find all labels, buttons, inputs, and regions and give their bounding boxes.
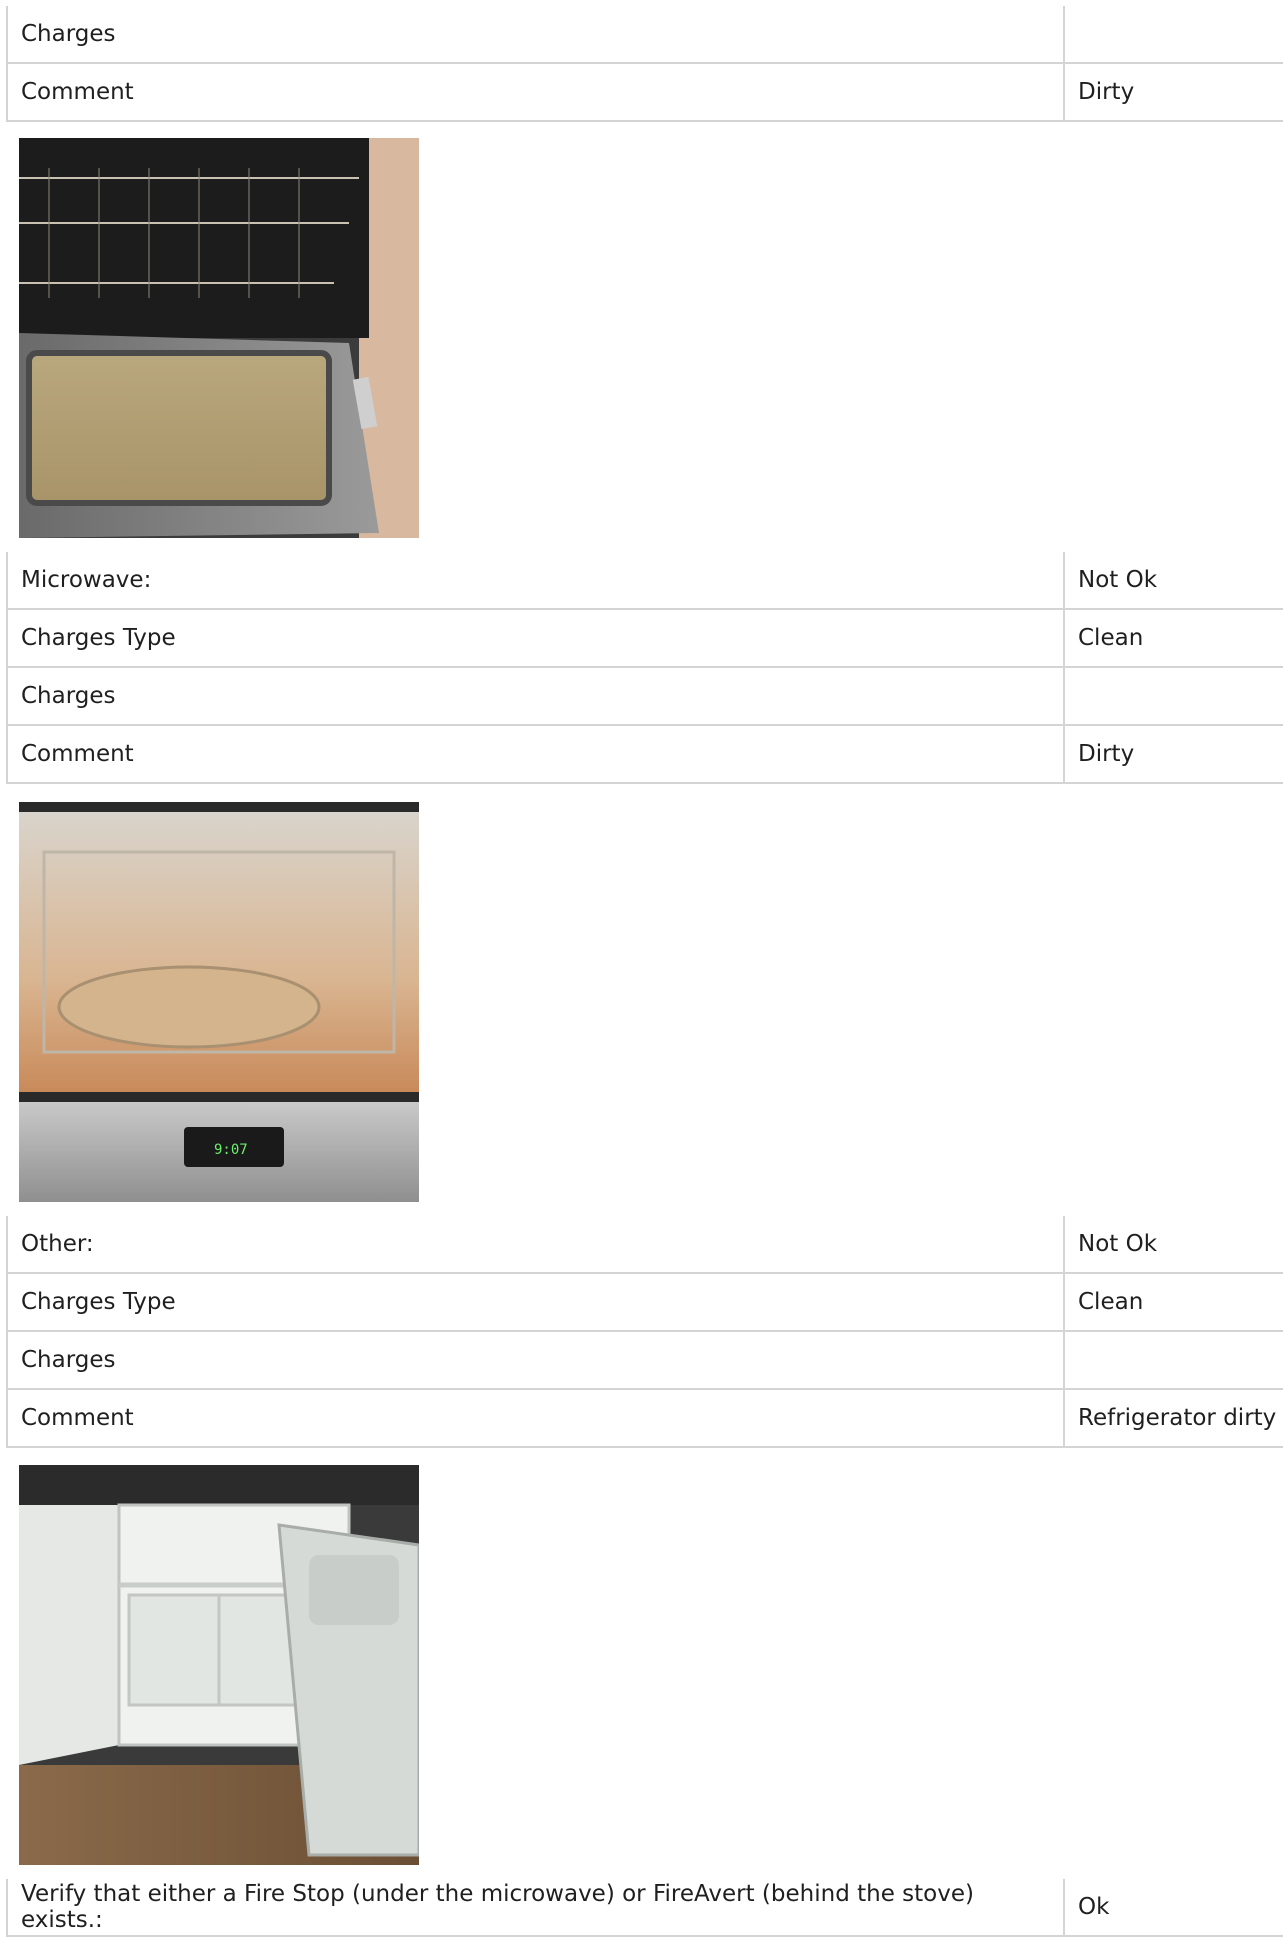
- table-row: Charges: [6, 6, 1283, 64]
- oven-photo[interactable]: [19, 138, 419, 538]
- row-value: [1065, 668, 1283, 724]
- table-row: Other: Not Ok: [6, 1216, 1283, 1274]
- row-label: Comment: [6, 726, 1065, 782]
- table-row: Comment Dirty: [6, 726, 1283, 784]
- table-row: Comment Dirty: [6, 64, 1283, 122]
- inspection-table-other: Other: Not Ok Charges Type Clean Charges…: [6, 1216, 1283, 1448]
- row-label: Charges: [6, 6, 1065, 62]
- row-value: Ok: [1078, 1894, 1110, 1920]
- row-value: Clean: [1078, 625, 1144, 651]
- row-value: Dirty: [1078, 741, 1135, 767]
- row-value: Refrigerator dirty: [1078, 1405, 1277, 1431]
- table-row: Comment Refrigerator dirty: [6, 1390, 1283, 1448]
- microwave-clock-readout: 9:07: [214, 1142, 248, 1158]
- row-value: Clean: [1078, 1289, 1144, 1315]
- table-row: Charges: [6, 1332, 1283, 1390]
- row-label: Other:: [6, 1216, 1065, 1272]
- row-value: Dirty: [1078, 79, 1135, 105]
- row-label: Charges: [6, 1332, 1065, 1388]
- table-row: Charges: [6, 668, 1283, 726]
- row-label: Charges Type: [6, 1274, 1065, 1330]
- table-row: Verify that either a Fire Stop (under th…: [6, 1879, 1283, 1937]
- row-label: Microwave:: [6, 552, 1065, 608]
- table-row: Charges Type Clean: [6, 610, 1283, 668]
- inspection-table-oven: Charges Comment Dirty: [6, 6, 1283, 122]
- table-row: Charges Type Clean: [6, 1274, 1283, 1332]
- row-value: [1065, 6, 1283, 62]
- row-label: Charges Type: [6, 610, 1065, 666]
- inspection-table-fire-stop: Verify that either a Fire Stop (under th…: [6, 1879, 1283, 1937]
- table-row: Microwave: Not Ok: [6, 552, 1283, 610]
- row-label: Comment: [6, 64, 1065, 120]
- row-value: Not Ok: [1078, 567, 1158, 593]
- row-label: Charges: [6, 668, 1065, 724]
- inspection-table-microwave: Microwave: Not Ok Charges Type Clean Cha…: [6, 552, 1283, 784]
- row-label: Comment: [6, 1390, 1065, 1446]
- row-label: Verify that either a Fire Stop (under th…: [6, 1879, 1065, 1935]
- row-value: [1065, 1332, 1283, 1388]
- refrigerator-photo[interactable]: [19, 1465, 419, 1865]
- microwave-photo[interactable]: 9:07: [19, 802, 419, 1202]
- row-value: Not Ok: [1078, 1231, 1158, 1257]
